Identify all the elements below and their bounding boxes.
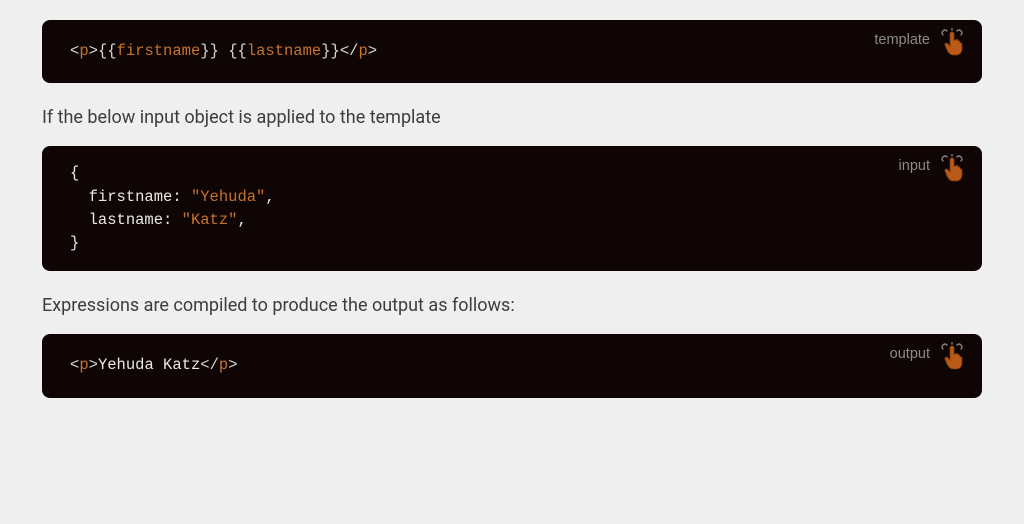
code-content: <p>{{firstname}} {{lastname}}</p> (70, 40, 954, 63)
code-block-label: output (890, 344, 930, 366)
code-content: { firstname: "Yehuda", lastname: "Katz",… (70, 162, 954, 255)
prose-paragraph-2: Expressions are compiled to produce the … (42, 295, 982, 316)
code-block-output: output <p>Yehuda Katz</p> (42, 334, 982, 397)
code-content: <p>Yehuda Katz</p> (70, 354, 954, 377)
code-block-input: input { firstname: "Yehuda", lastname: "… (42, 146, 982, 271)
prose-paragraph-1: If the below input object is applied to … (42, 107, 982, 128)
code-block-template: template <p>{{firstname}} {{lastname}}</… (42, 20, 982, 83)
try-it-icon[interactable] (940, 28, 964, 56)
code-block-label: input (899, 156, 930, 178)
code-block-label: template (874, 30, 930, 52)
try-it-icon[interactable] (940, 342, 964, 370)
try-it-icon[interactable] (940, 154, 964, 182)
